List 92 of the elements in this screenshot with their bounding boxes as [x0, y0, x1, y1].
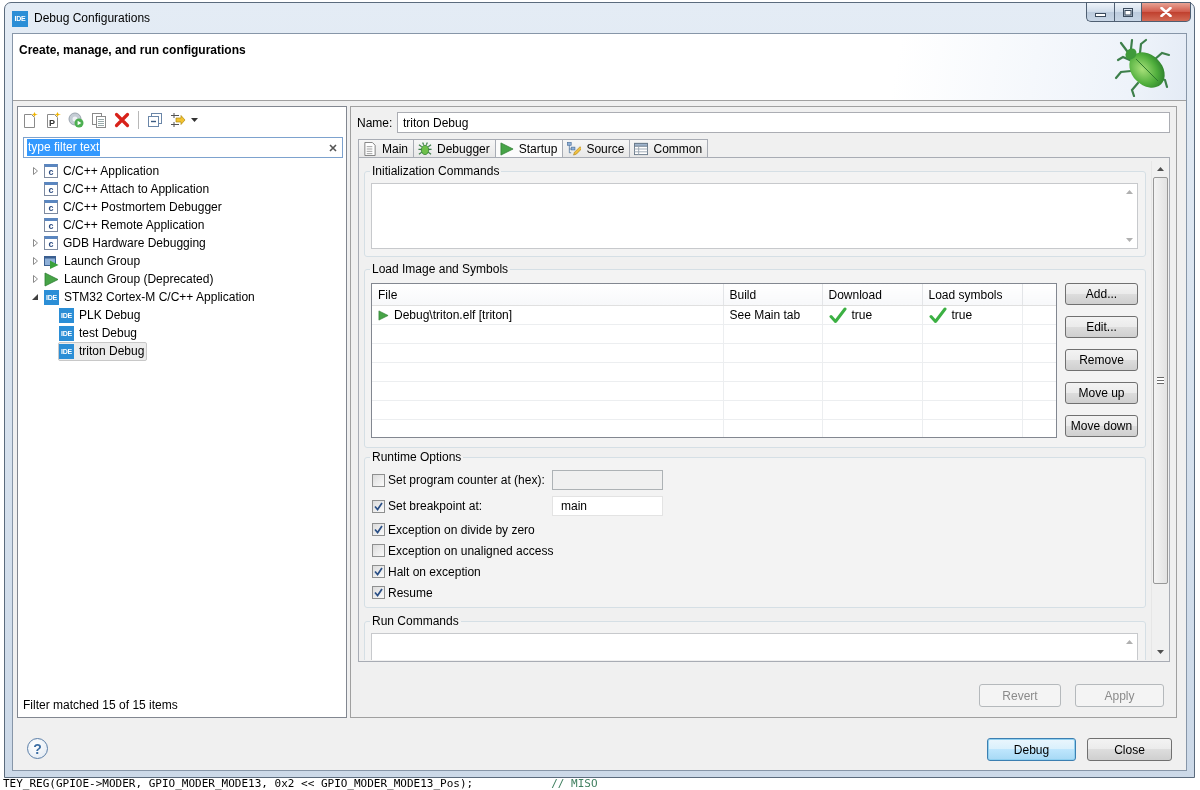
page-icon — [363, 141, 377, 156]
tree-item[interactable]: c C/C++ Postmortem Debugger — [43, 197, 225, 217]
move-up-button[interactable]: Move up — [1065, 382, 1138, 404]
name-field[interactable]: triton Debug — [397, 112, 1170, 133]
minimize-button[interactable] — [1086, 2, 1114, 22]
tree-item[interactable]: Launch Group (Deprecated) — [43, 269, 217, 289]
triangle-right-icon[interactable] — [32, 257, 38, 265]
column-header[interactable]: Build — [723, 284, 822, 306]
filter-arrows-icon[interactable] — [170, 112, 186, 128]
cell-text: true — [851, 308, 873, 322]
tree-item[interactable]: c C/C++ Remote Application — [43, 215, 208, 235]
play-icon — [378, 309, 389, 321]
minimize-icon — [1095, 13, 1106, 17]
column-header[interactable]: Download — [822, 284, 922, 306]
remove-button[interactable]: Remove — [1065, 349, 1138, 371]
c-window-icon: c — [44, 182, 58, 196]
move-down-button[interactable]: Move down — [1065, 415, 1138, 437]
group-title: Initialization Commands — [371, 164, 501, 178]
window-play-icon — [44, 253, 59, 269]
tab[interactable]: Startup — [495, 139, 564, 157]
code-line: TEY_REG(GPIOE->MODER, GPIO_MODER_MODE13, 0x2 << GPIO_MODER_MODE13_Pos); — [3, 778, 474, 790]
checkbox[interactable] — [372, 523, 385, 536]
checkmark-icon — [374, 525, 383, 534]
group-title: Run Commands — [371, 614, 460, 628]
column-header[interactable]: File — [372, 284, 723, 306]
name-label: Name: — [357, 115, 394, 130]
tree-item[interactable]: c C/C++ Application — [43, 161, 163, 181]
tab[interactable]: Debugger — [414, 139, 496, 157]
window-title: Debug Configurations — [34, 11, 151, 25]
close-icon — [1160, 7, 1172, 17]
group-title: Load Image and Symbols — [371, 262, 510, 276]
tree-item[interactable]: c C/C++ Attach to Application — [43, 179, 213, 199]
header-title: Create, manage, and run configurations — [19, 43, 246, 57]
checkbox[interactable] — [372, 473, 385, 487]
maximize-icon — [1123, 7, 1133, 17]
checkbox-label: Exception on unaligned access — [388, 543, 554, 558]
table-cell: See Main tab — [723, 305, 822, 325]
edit-button[interactable]: Edit... — [1065, 316, 1138, 338]
filter-status-text: Filter matched 15 of 15 items — [22, 698, 179, 714]
page-letter-icon[interactable]: P — [45, 112, 61, 128]
tab[interactable]: Source — [563, 139, 631, 157]
c-window-icon: c — [44, 164, 58, 178]
text-field[interactable]: main — [552, 496, 663, 516]
tree-pencil-icon — [567, 141, 582, 156]
collapse-all-icon[interactable] — [147, 112, 163, 128]
column-header[interactable]: Load symbols — [922, 284, 1022, 306]
checkbox-label: Resume — [388, 585, 433, 600]
debug-button[interactable]: Debug — [987, 738, 1076, 761]
table-icon — [634, 141, 649, 156]
checkbox-label: Set program counter at (hex): — [388, 473, 546, 487]
triangle-down-icon[interactable] — [32, 294, 38, 300]
gear-play-icon[interactable] — [68, 112, 84, 128]
group-title: Runtime Options — [371, 450, 463, 464]
checkmark-icon — [374, 588, 383, 597]
delete-icon[interactable] — [114, 112, 130, 128]
window-close-button[interactable] — [1142, 2, 1191, 22]
triangle-right-icon[interactable] — [32, 275, 38, 283]
close-button[interactable]: Close — [1087, 738, 1172, 761]
c-window-icon: c — [44, 218, 58, 232]
c-window-icon: c — [44, 200, 58, 214]
beetle-icon — [1112, 37, 1172, 97]
up-arrow-icon[interactable] — [1157, 167, 1164, 171]
down-arrow-icon[interactable] — [1157, 650, 1164, 654]
tree-item[interactable]: Launch Group — [43, 251, 144, 271]
cell-text: true — [951, 308, 973, 322]
checkbox[interactable] — [372, 544, 385, 557]
checkbox[interactable] — [372, 565, 385, 578]
help-button[interactable]: ? — [27, 738, 48, 759]
checkbox[interactable] — [372, 586, 385, 599]
c-window-icon: c — [44, 236, 58, 250]
clear-icon[interactable] — [329, 143, 337, 152]
checkmark-icon — [374, 501, 383, 511]
add-button[interactable]: Add... — [1065, 283, 1138, 305]
code-comment: // MISO — [551, 778, 598, 790]
triangle-right-icon[interactable] — [32, 167, 38, 175]
file-name: Debug\triton.elf [triton] — [394, 308, 513, 322]
scrollbar-thumb[interactable] — [1153, 177, 1168, 584]
bug-icon — [418, 141, 432, 156]
tab[interactable]: Main — [358, 139, 414, 157]
checkbox-label: Exception on divide by zero — [388, 522, 535, 537]
checkbox-label: Halt on exception — [388, 564, 481, 579]
copy-pages-icon[interactable] — [91, 112, 107, 128]
triangle-right-icon[interactable] — [32, 239, 38, 247]
new-page-icon[interactable] — [22, 112, 38, 128]
tree-item[interactable]: c GDB Hardware Debugging — [43, 233, 209, 253]
play-icon — [44, 271, 59, 287]
tab[interactable]: Common — [630, 139, 709, 157]
maximize-button[interactable] — [1114, 2, 1142, 22]
dropdown-caret-icon[interactable] — [191, 118, 198, 122]
checkmark-icon — [374, 567, 383, 576]
checkbox[interactable] — [372, 499, 385, 513]
checkbox-label: Set breakpoint at: — [388, 499, 484, 513]
